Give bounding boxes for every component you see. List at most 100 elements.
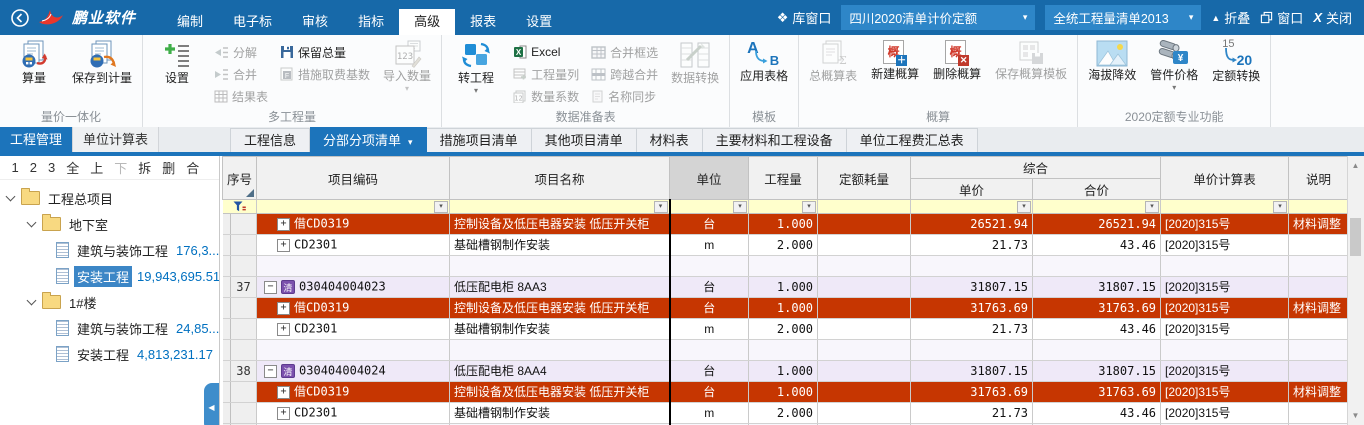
cell-seq[interactable]: 37 xyxy=(231,277,257,298)
cell-name[interactable]: 控制设备及低压电器安装 低压开关柜 xyxy=(450,382,670,403)
filter-cell-calc[interactable]: ▾ xyxy=(1161,200,1289,214)
close-button[interactable]: X 关闭 xyxy=(1313,8,1352,27)
cell-unit[interactable]: m xyxy=(670,235,749,256)
table-row[interactable]: +借CD0319控制设备及低压电器安装 低压开关柜台1.00031763.693… xyxy=(223,298,1349,319)
cell-note[interactable] xyxy=(1289,340,1348,361)
table-row[interactable]: +借CD0319控制设备及低压电器安装 低压开关柜台1.00031763.693… xyxy=(223,382,1349,403)
filter-cell-qty[interactable]: ▾ xyxy=(749,200,818,214)
tree-toolbar-button[interactable]: 删 xyxy=(157,158,181,177)
cell-code[interactable]: −清030404004024 xyxy=(257,361,450,382)
cell-quantity[interactable]: 1.000 xyxy=(749,298,818,319)
header-price[interactable]: 单价 xyxy=(911,179,1033,200)
cell-unit[interactable]: m xyxy=(670,319,749,340)
cell-note[interactable]: 材料调整 xyxy=(1289,214,1348,235)
sidebar-tab[interactable]: 单位计算表 xyxy=(73,127,159,152)
filter-cell-seq[interactable] xyxy=(223,200,257,214)
menubar-item[interactable]: 编制 xyxy=(162,9,218,35)
header-name[interactable]: 项目名称 xyxy=(450,157,670,200)
tree-toolbar-button[interactable]: 全 xyxy=(61,158,85,177)
tree-leaf-install-basement[interactable]: 安装工程 19,943,695.51 xyxy=(0,263,219,289)
expand-node-icon[interactable]: + xyxy=(277,407,290,420)
cell-code[interactable]: +CD2301 xyxy=(257,319,450,340)
quota-convert-button[interactable]: 15 20 定额转换 xyxy=(1208,37,1264,84)
cell-name[interactable]: 控制设备及低压电器安装 低压开关柜 xyxy=(450,298,670,319)
cell-price-calc-table[interactable]: [2020]315号 xyxy=(1161,361,1289,382)
cell-seq[interactable] xyxy=(231,403,257,424)
sidebar-collapse-handle[interactable]: ◀ xyxy=(204,383,219,425)
cell-unit-price[interactable]: 31763.69 xyxy=(911,382,1033,403)
cell-unit-price[interactable]: 31807.15 xyxy=(911,277,1033,298)
cell-price-calc-table[interactable]: [2020]315号 xyxy=(1161,214,1289,235)
calc-volume-button[interactable]: 算量 xyxy=(6,37,62,86)
menubar-item[interactable]: 报表 xyxy=(455,9,511,35)
list-standard-select[interactable]: 全统工程量清单2013 ▾ xyxy=(1045,5,1201,30)
save-to-metering-button[interactable]: 保存到计量 xyxy=(68,37,136,86)
main-tab[interactable]: 主要材料和工程设备 xyxy=(703,128,847,153)
row-gutter[interactable] xyxy=(223,361,231,382)
cell-seq[interactable] xyxy=(231,298,257,319)
cell-note[interactable]: 材料调整 xyxy=(1289,298,1348,319)
cell-quantity[interactable]: 2.000 xyxy=(749,319,818,340)
cell-unit[interactable]: 台 xyxy=(670,214,749,235)
tree-toolbar-button[interactable]: 1 xyxy=(6,160,24,175)
row-gutter[interactable] xyxy=(223,214,231,235)
table-row[interactable] xyxy=(223,340,1349,361)
filter-cell-note[interactable] xyxy=(1289,200,1348,214)
table-row[interactable]: +CD2301基础槽钢制作安装m2.00021.7343.46[2020]315… xyxy=(223,403,1349,424)
row-gutter[interactable] xyxy=(223,277,231,298)
filter-dropdown-icon[interactable]: ▾ xyxy=(1273,201,1287,213)
collapse-node-icon[interactable]: − xyxy=(264,281,277,294)
delete-budget-button[interactable]: 概✕ 删除概算 xyxy=(929,37,985,82)
cell-code[interactable]: +CD2301 xyxy=(257,235,450,256)
tree-toolbar-button[interactable]: 上 xyxy=(85,158,109,177)
cell-price-calc-table[interactable]: [2020]315号 xyxy=(1161,403,1289,424)
keep-total-button[interactable]: 保留总量 xyxy=(277,42,373,62)
header-total[interactable]: 合价 xyxy=(1033,179,1161,200)
cell-quantity[interactable]: 1.000 xyxy=(749,277,818,298)
tree-node-building1[interactable]: 1#楼 xyxy=(0,289,219,315)
cell-price-calc-table[interactable]: [2020]315号 xyxy=(1161,277,1289,298)
cell-code[interactable] xyxy=(257,340,450,361)
filter-cell-total[interactable]: ▾ xyxy=(1033,200,1161,214)
cell-unit-price[interactable] xyxy=(911,340,1033,361)
cell-quantity[interactable]: 1.000 xyxy=(749,214,818,235)
cell-quota-usage[interactable] xyxy=(818,403,911,424)
cell-note[interactable]: 材料调整 xyxy=(1289,382,1348,403)
cell-name[interactable]: 基础槽钢制作安装 xyxy=(450,235,670,256)
filter-dropdown-icon[interactable]: ▾ xyxy=(733,201,747,213)
tree-toolbar-button[interactable]: 3 xyxy=(42,160,60,175)
cell-unit[interactable]: 台 xyxy=(670,361,749,382)
main-tab[interactable]: 单位工程费汇总表 xyxy=(847,128,978,153)
header-calc[interactable]: 单价计算表 xyxy=(1161,157,1289,200)
cell-price-calc-table[interactable]: [2020]315号 xyxy=(1161,382,1289,403)
cell-total-price[interactable] xyxy=(1033,340,1161,361)
tree-node-root[interactable]: 工程总项目 xyxy=(0,185,219,211)
cell-price-calc-table[interactable]: [2020]315号 xyxy=(1161,319,1289,340)
table-row[interactable] xyxy=(223,256,1349,277)
cell-seq[interactable]: 38 xyxy=(231,361,257,382)
cell-quantity[interactable]: 2.000 xyxy=(749,403,818,424)
pipe-price-button[interactable]: ¥ 管件价格 ▾ xyxy=(1146,37,1202,92)
cell-code[interactable]: +CD2301 xyxy=(257,403,450,424)
cell-seq[interactable] xyxy=(231,214,257,235)
row-gutter[interactable] xyxy=(223,235,231,256)
cell-name[interactable]: 低压配电柜 8AA3 xyxy=(450,277,670,298)
cell-unit[interactable]: 台 xyxy=(670,277,749,298)
filter-dropdown-icon[interactable]: ▾ xyxy=(1017,201,1031,213)
main-tab[interactable]: 工程信息 xyxy=(230,128,310,153)
cell-price-calc-table[interactable] xyxy=(1161,340,1289,361)
filter-cell-name[interactable]: ▾ xyxy=(450,200,670,214)
chevron-expanded-icon[interactable] xyxy=(6,192,16,202)
filter-dropdown-icon[interactable]: ▾ xyxy=(434,201,448,213)
cell-unit[interactable] xyxy=(670,256,749,277)
scrollbar-thumb[interactable] xyxy=(1350,218,1361,256)
tree-leaf-arch-basement[interactable]: 建筑与装饰工程 176,3... xyxy=(0,237,219,263)
filter-cell-unit[interactable]: ▾ xyxy=(670,200,749,214)
header-note[interactable]: 说明 xyxy=(1289,157,1348,200)
cell-code[interactable]: −清030404004023 xyxy=(257,277,450,298)
expand-node-icon[interactable]: + xyxy=(277,218,290,231)
cell-code[interactable]: +借CD0319 xyxy=(257,382,450,403)
cell-quota-usage[interactable] xyxy=(818,361,911,382)
menubar-item[interactable]: 电子标 xyxy=(218,9,287,35)
cell-unit[interactable] xyxy=(670,340,749,361)
